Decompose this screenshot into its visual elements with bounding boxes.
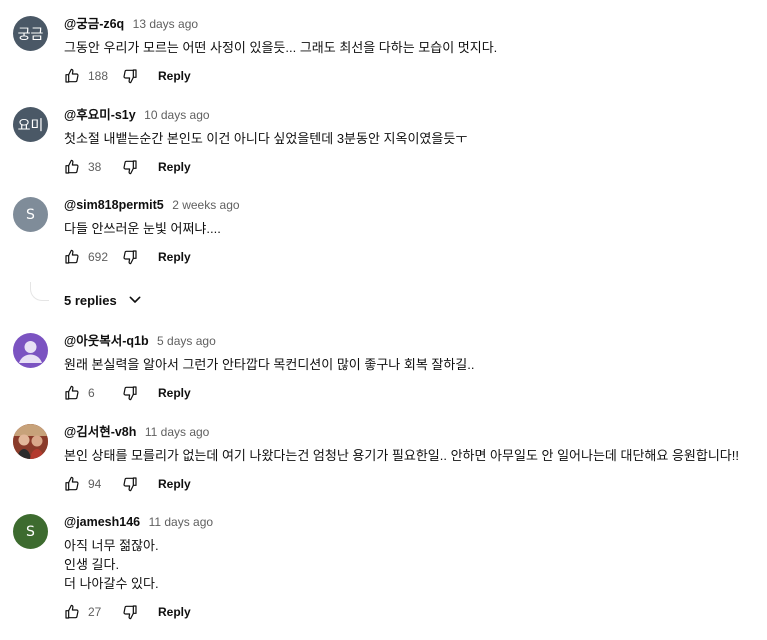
- avatar[interactable]: S: [13, 514, 48, 549]
- comment-header: @아웃복서-q1b 5 days ago: [64, 333, 216, 349]
- comment-timestamp[interactable]: 5 days ago: [157, 334, 216, 348]
- comment-actions: 692 Reply: [64, 247, 191, 267]
- thread-connector: [30, 282, 49, 301]
- comment-author[interactable]: @jamesh146: [64, 515, 140, 529]
- avatar[interactable]: 궁금: [13, 16, 48, 51]
- like-icon[interactable]: [64, 604, 80, 620]
- comment-author[interactable]: @궁금-z6q: [64, 17, 124, 31]
- comment-author[interactable]: @아웃복서-q1b: [64, 334, 149, 348]
- comment-author[interactable]: @후요미-s1y: [64, 108, 136, 122]
- photo-avatar: [13, 424, 48, 459]
- dislike-icon[interactable]: [122, 249, 138, 265]
- avatar[interactable]: [13, 424, 48, 459]
- comment-actions: 38 Reply: [64, 157, 191, 177]
- reply-button[interactable]: Reply: [158, 605, 191, 619]
- like-icon[interactable]: [64, 68, 80, 84]
- like-count: 6: [88, 386, 95, 400]
- comment-header: @sim818permit5 2 weeks ago: [64, 197, 240, 213]
- comment-actions: 94 Reply: [64, 474, 191, 494]
- comment-text: 원래 본실력을 알아서 그런가 안타깝다 목컨디션이 많이 좋구나 회복 잘하길…: [64, 357, 475, 372]
- comment-header: @궁금-z6q 13 days ago: [64, 16, 198, 32]
- comment-text: 본인 상태를 모를리가 없는데 여기 나왔다는건 엄청난 용기가 필요한일.. …: [64, 448, 739, 463]
- comment-timestamp[interactable]: 11 days ago: [149, 515, 214, 529]
- like-count: 38: [88, 160, 102, 174]
- like-icon[interactable]: [64, 476, 80, 492]
- like-count: 188: [88, 69, 109, 83]
- comment-timestamp[interactable]: 2 weeks ago: [172, 198, 239, 212]
- like-count: 27: [88, 605, 102, 619]
- like-icon[interactable]: [64, 385, 80, 401]
- replies-count-label: 5 replies: [64, 292, 117, 308]
- like-count: 692: [88, 250, 109, 264]
- comment-timestamp[interactable]: 13 days ago: [133, 17, 198, 31]
- dislike-icon[interactable]: [122, 385, 138, 401]
- comment-text: 아직 너무 젊잖아. 인생 길다. 더 나아갈수 있다.: [64, 538, 159, 591]
- chevron-down-icon: [127, 292, 143, 308]
- dislike-icon[interactable]: [122, 604, 138, 620]
- comment-header: @후요미-s1y 10 days ago: [64, 107, 210, 123]
- dislike-icon[interactable]: [122, 159, 138, 175]
- comment-timestamp[interactable]: 11 days ago: [145, 425, 210, 439]
- reply-button[interactable]: Reply: [158, 386, 191, 400]
- comment-timestamp[interactable]: 10 days ago: [144, 108, 209, 122]
- default-user-icon: [19, 341, 42, 363]
- like-count: 94: [88, 477, 102, 491]
- reply-button[interactable]: Reply: [158, 69, 191, 83]
- comment-actions: 188 Reply: [64, 66, 191, 86]
- dislike-icon[interactable]: [122, 68, 138, 84]
- comment-header: @jamesh146 11 days ago: [64, 514, 213, 530]
- dislike-icon[interactable]: [122, 476, 138, 492]
- comment-author[interactable]: @sim818permit5: [64, 198, 164, 212]
- avatar[interactable]: S: [13, 197, 48, 232]
- comment-text: 그동안 우리가 모르는 어떤 사정이 있을듯... 그래도 최선을 다하는 모습…: [64, 40, 498, 55]
- comment-actions: 27 Reply: [64, 602, 191, 622]
- like-icon[interactable]: [64, 159, 80, 175]
- view-replies-button[interactable]: 5 replies: [64, 292, 143, 308]
- comment-actions: 6 Reply: [64, 383, 191, 403]
- avatar[interactable]: [13, 333, 48, 368]
- like-icon[interactable]: [64, 249, 80, 265]
- comment-text: 첫소절 내뱉는순간 본인도 이건 아니다 싶었을텐데 3분동안 지옥이였을듯ㅜ: [64, 131, 468, 146]
- avatar[interactable]: 요미: [13, 107, 48, 142]
- reply-button[interactable]: Reply: [158, 477, 191, 491]
- comment-header: @김서현-v8h 11 days ago: [64, 424, 209, 440]
- reply-button[interactable]: Reply: [158, 160, 191, 174]
- comment-author[interactable]: @김서현-v8h: [64, 425, 136, 439]
- reply-button[interactable]: Reply: [158, 250, 191, 264]
- comment-text: 다들 안쓰러운 눈빛 어쩌냐....: [64, 221, 221, 236]
